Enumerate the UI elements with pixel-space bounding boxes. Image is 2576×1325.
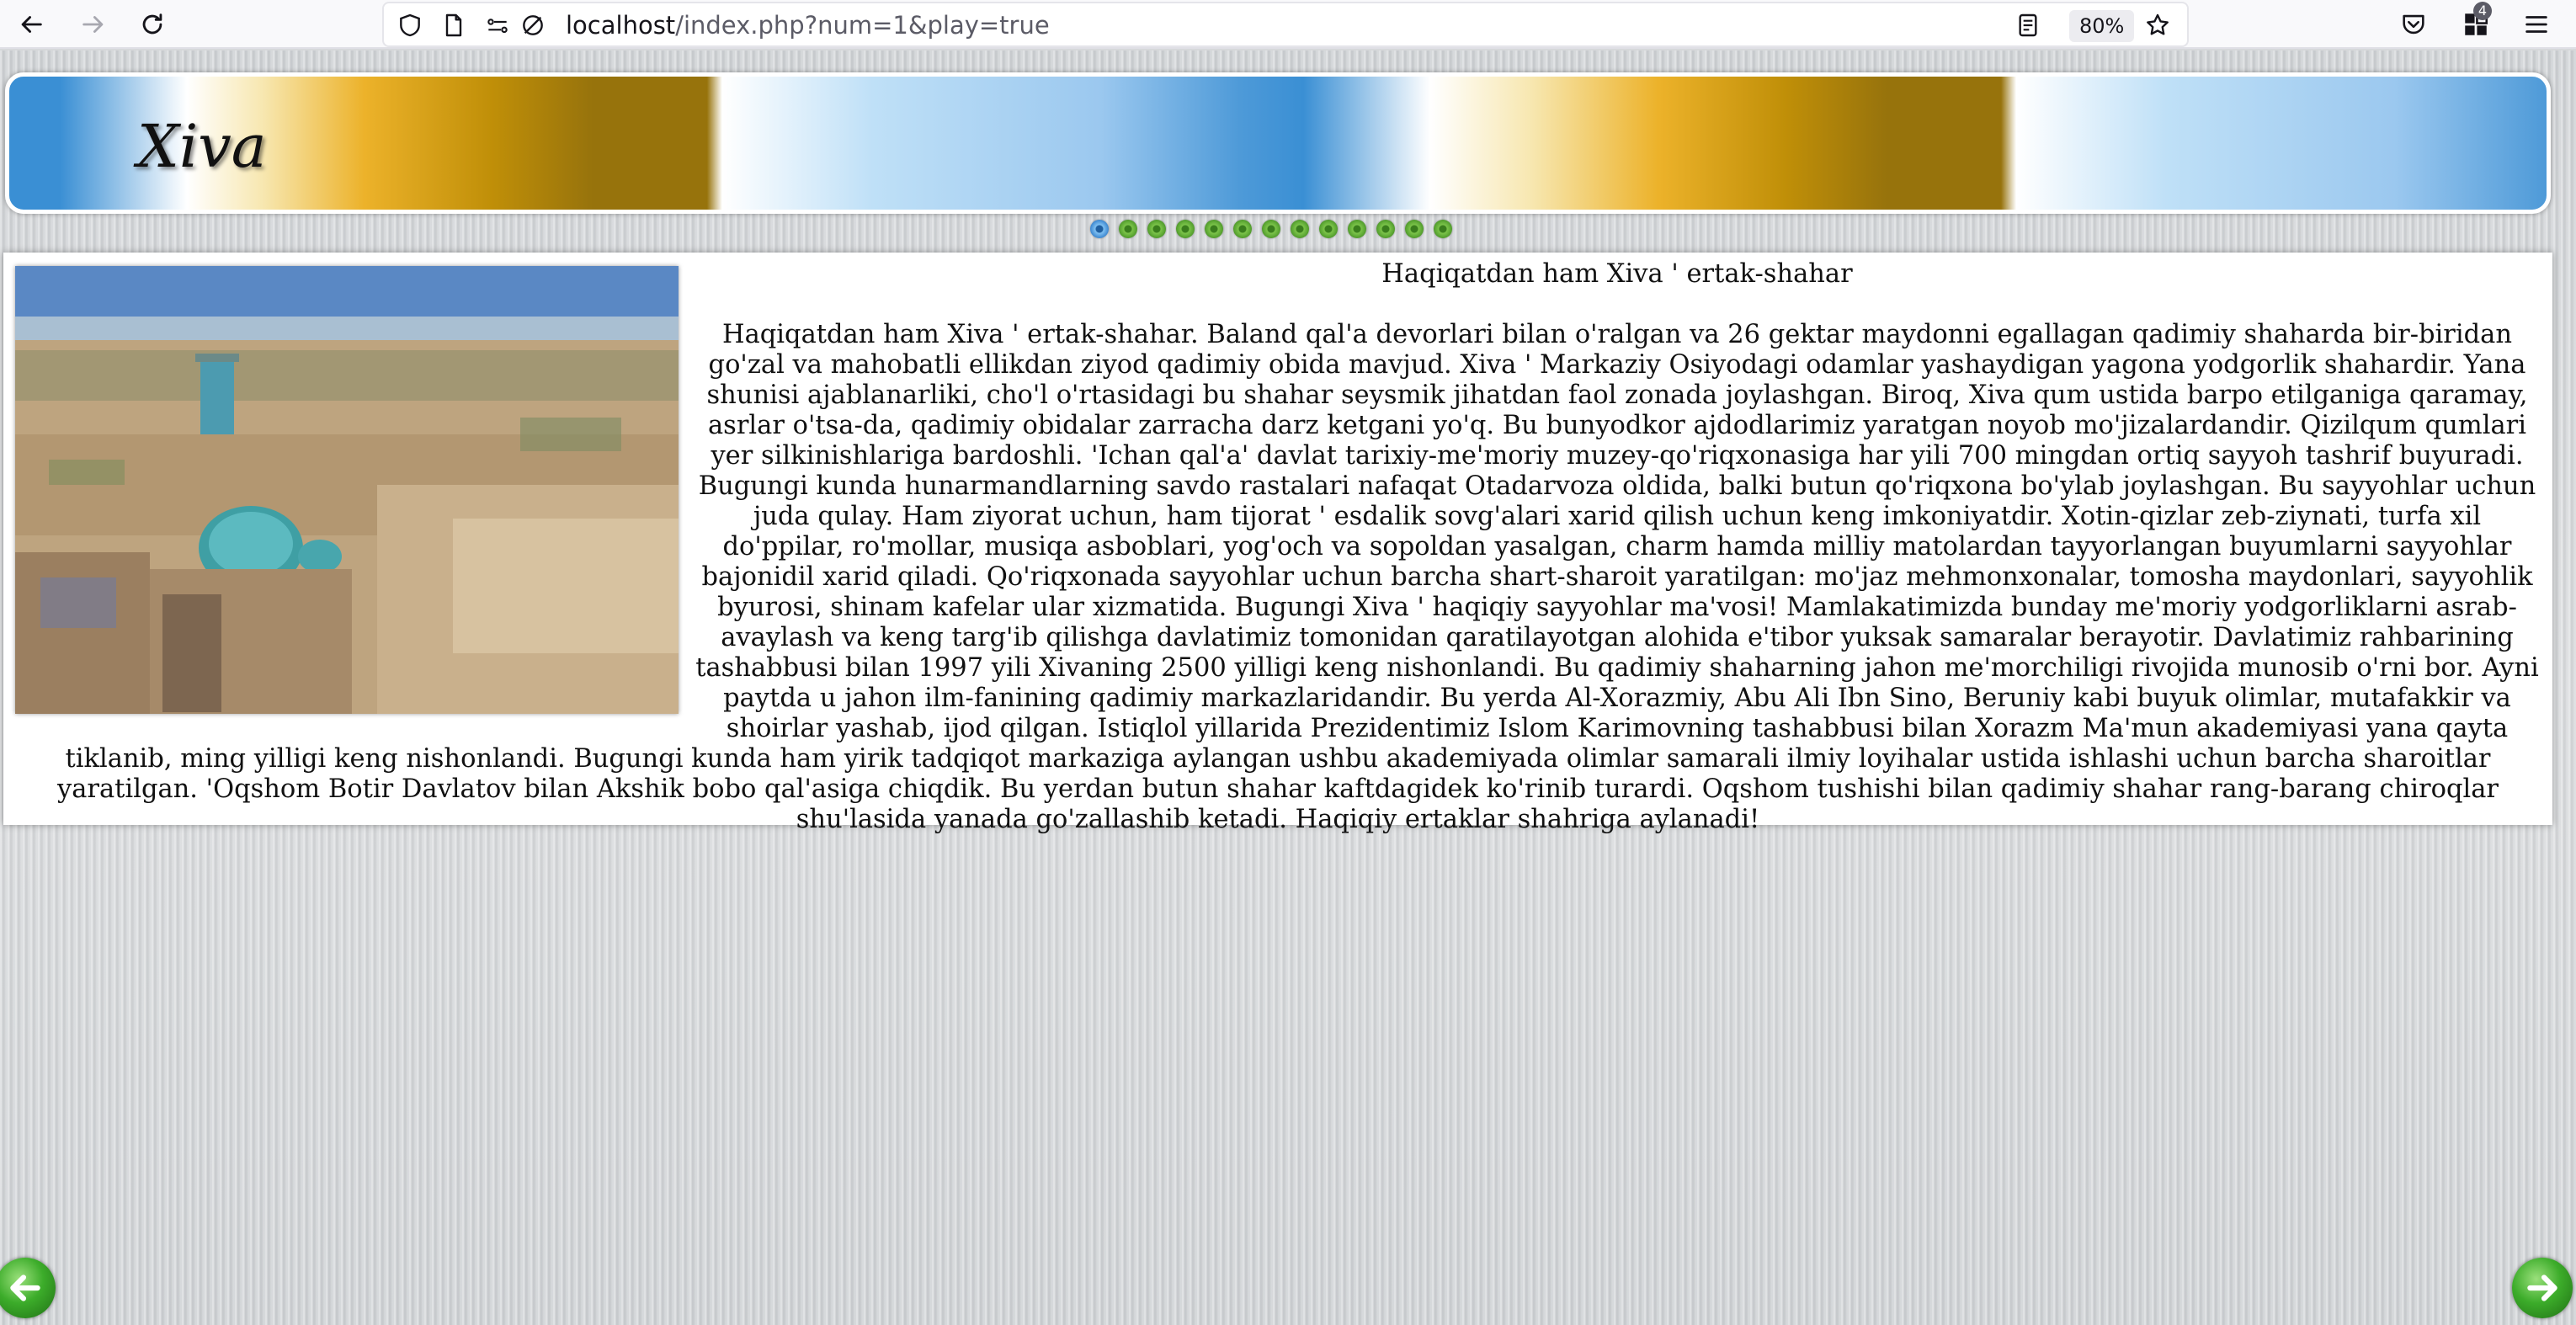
shield-icon[interactable] xyxy=(396,11,424,40)
menu-icon[interactable] xyxy=(2519,7,2554,42)
url-host: localhost xyxy=(566,11,676,40)
reload-button[interactable] xyxy=(133,5,172,44)
green-arrow-right-icon xyxy=(2527,1274,2557,1301)
slide-dot-1[interactable] xyxy=(1090,220,1109,238)
slide-dot-13[interactable] xyxy=(1434,220,1452,238)
slide-dot-4[interactable] xyxy=(1176,220,1195,238)
extensions-count-badge: 4 xyxy=(2473,2,2492,20)
arrow-left-icon xyxy=(21,16,42,33)
reader-mode-icon[interactable] xyxy=(2014,11,2042,40)
slide-dot-9[interactable] xyxy=(1319,220,1338,238)
slide-dot-2[interactable] xyxy=(1119,220,1137,238)
url-bar[interactable]: localhost/index.php?num=1&play=true 80% xyxy=(382,2,2189,47)
banner-title: Xiva xyxy=(137,112,267,181)
browser-toolbar: localhost/index.php?num=1&play=true 80% … xyxy=(0,0,2576,49)
pocket-icon[interactable] xyxy=(2396,7,2431,42)
url-path: /index.php?num=1&play=true xyxy=(675,11,1050,40)
prev-slide-button[interactable] xyxy=(0,1258,56,1318)
slide-dot-11[interactable] xyxy=(1376,220,1395,238)
url-text[interactable]: localhost/index.php?num=1&play=true xyxy=(566,11,1050,40)
header-banner: Xiva xyxy=(5,72,2551,214)
content-box: Haqiqatdan ham Xiva ' ertak-shahar Haqiq… xyxy=(3,253,2552,834)
slide-dot-10[interactable] xyxy=(1348,220,1366,238)
green-arrow-left-icon xyxy=(10,1274,40,1301)
reload-icon xyxy=(142,13,162,35)
slide-dots xyxy=(1090,220,1452,240)
tracking-blocked-icon[interactable] xyxy=(519,11,547,40)
slide-dot-3[interactable] xyxy=(1147,220,1166,238)
back-button[interactable] xyxy=(12,5,51,44)
permissions-icon[interactable] xyxy=(483,11,512,40)
slide-dot-7[interactable] xyxy=(1262,220,1280,238)
khiva-photo-illustration xyxy=(15,266,679,714)
slide-dot-5[interactable] xyxy=(1205,220,1223,238)
arrow-right-icon xyxy=(82,16,104,33)
forward-button[interactable] xyxy=(74,5,113,44)
zoom-level-badge[interactable]: 80% xyxy=(2069,10,2135,42)
slide-dot-12[interactable] xyxy=(1405,220,1424,238)
page-icon[interactable] xyxy=(439,11,468,40)
city-photo xyxy=(15,266,679,714)
bookmark-star-icon[interactable] xyxy=(2143,11,2172,40)
next-slide-button[interactable] xyxy=(2512,1258,2573,1318)
slide-dot-6[interactable] xyxy=(1233,220,1252,238)
slide-dot-8[interactable] xyxy=(1291,220,1309,238)
page-viewport: Xiva Haqiqatdan ham Xiva ' ertak-shahar … xyxy=(0,51,2576,1325)
